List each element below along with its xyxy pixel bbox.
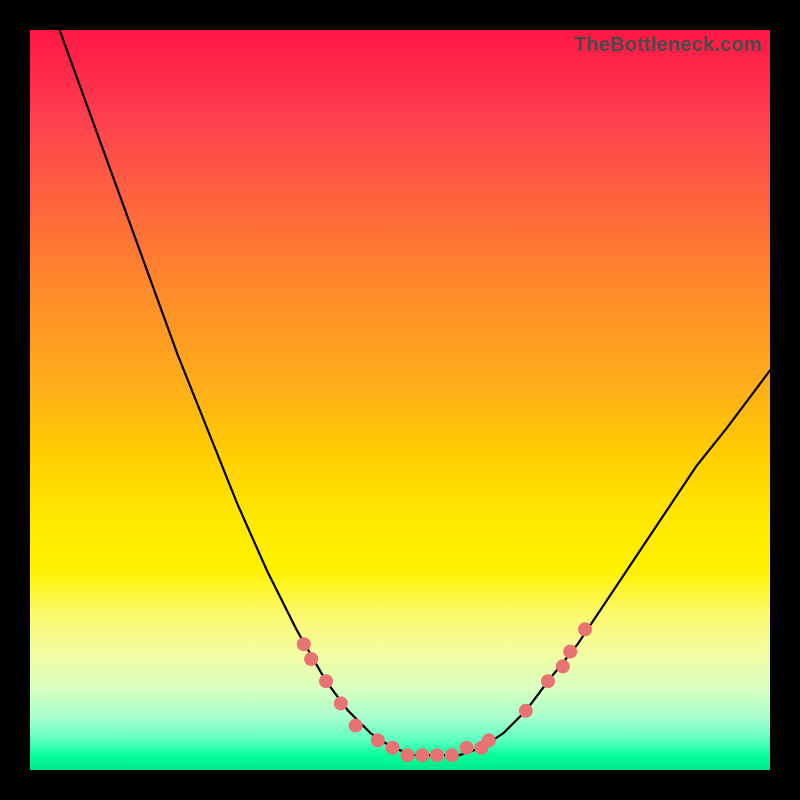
highlight-dot <box>319 674 333 688</box>
highlight-dot <box>297 637 311 651</box>
highlight-dot <box>556 659 570 673</box>
bottleneck-curve-line <box>60 30 770 755</box>
highlight-dot <box>445 748 459 762</box>
highlight-dot <box>563 645 577 659</box>
highlight-dot <box>519 704 533 718</box>
chart-plot-area: TheBottleneck.com <box>30 30 770 770</box>
highlight-dot <box>541 674 555 688</box>
highlight-dot <box>482 733 496 747</box>
highlight-dot <box>400 748 414 762</box>
highlight-dot <box>304 652 318 666</box>
highlight-dot <box>430 748 444 762</box>
highlight-dots-group <box>297 622 592 762</box>
highlight-dot <box>371 733 385 747</box>
chart-outer-frame: TheBottleneck.com <box>0 0 800 800</box>
highlight-dot <box>386 741 400 755</box>
highlight-dot <box>460 741 474 755</box>
chart-svg <box>30 30 770 770</box>
highlight-dot <box>349 719 363 733</box>
highlight-dot <box>415 748 429 762</box>
highlight-dot <box>578 622 592 636</box>
highlight-dot <box>334 696 348 710</box>
